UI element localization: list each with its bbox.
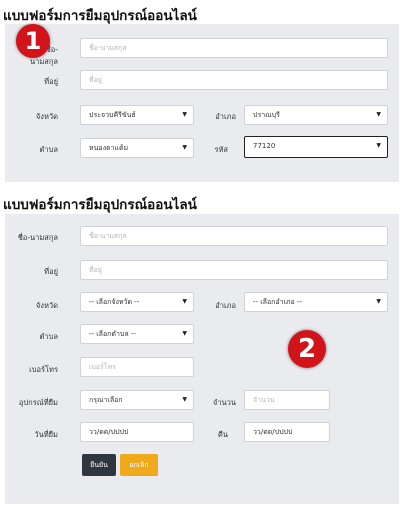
form1-zip-label: รหัส — [214, 145, 228, 154]
form1-district-value: ปราณบุรี — [253, 111, 280, 119]
form2-subdistrict-label: ตำบล — [39, 332, 58, 341]
chevron-down-icon: ▼ — [182, 330, 187, 337]
chevron-down-icon: ▼ — [182, 111, 187, 118]
form2-equipment-value: กรุณาเลือก — [89, 396, 123, 404]
form2-borrow-date-input[interactable]: วว/ดด/ปปปป — [80, 422, 194, 442]
chevron-down-icon: ▼ — [182, 396, 187, 403]
form2-name-label: ชื่อ-นามสกุล — [17, 233, 58, 242]
form2-province-select[interactable]: -- เลือกจังหวัด -- ▼ — [80, 292, 194, 312]
form2-qty-label: จำนวน — [212, 398, 236, 407]
form2-phone-input[interactable]: เบอร์โทร — [80, 357, 194, 377]
form1-province-value: ประจวบคีรีขันธ์ — [89, 111, 136, 119]
form2-province-label: จังหวัด — [35, 301, 58, 310]
form1-subdistrict-label: ตำบล — [39, 145, 58, 154]
form2-district-select[interactable]: -- เลือกอำเภอ -- ▼ — [244, 292, 388, 312]
form1-title: แบบฟอร์มการยืมอุปกรณ์ออนไลน์ — [3, 8, 197, 24]
form2-equipment-select[interactable]: กรุณาเลือก ▼ — [80, 390, 194, 410]
form1-name-input[interactable]: ชื่อ-นามสกุล — [80, 38, 388, 58]
form1-province-select[interactable]: ประจวบคีรีขันธ์ ▼ — [80, 105, 194, 125]
form1-district-select[interactable]: ปราณบุรี ▼ — [244, 105, 388, 125]
form2-title: แบบฟอร์มการยืมอุปกรณ์ออนไลน์ — [3, 197, 197, 213]
form2-address-input[interactable]: ที่อยู่ — [80, 260, 388, 280]
form1-zip-select[interactable]: 77120 ▼ — [244, 136, 388, 158]
form1-subdistrict-select[interactable]: หนองตาแต้ม ▼ — [80, 138, 194, 158]
chevron-down-icon: ▼ — [182, 298, 187, 305]
form2-panel — [5, 214, 399, 504]
form2-return-date-label: คืน — [217, 430, 228, 439]
confirm-button[interactable]: ยืนยัน — [82, 454, 116, 476]
form2-name-input[interactable]: ชื่อ-นามสกุล — [80, 226, 388, 246]
cancel-button[interactable]: ยกเลิก — [120, 454, 158, 476]
form2-province-value: -- เลือกจังหวัด -- — [89, 298, 140, 306]
form2-subdistrict-value: -- เลือกตำบล -- — [89, 330, 136, 338]
form2-qty-input[interactable]: จำนวน — [244, 390, 330, 410]
chevron-down-icon: ▼ — [376, 298, 381, 305]
form2-phone-label: เบอร์โทร — [29, 365, 58, 374]
form2-equipment-label: อุปกรณ์ที่ยืม — [18, 398, 58, 407]
form1-address-input[interactable]: ที่อยู่ — [80, 70, 388, 90]
form2-return-date-input[interactable]: วว/ดด/ปปปป — [244, 422, 330, 442]
form1-subdistrict-value: หนองตาแต้ม — [89, 144, 129, 152]
form1-address-label: ที่อยู่ — [44, 77, 58, 86]
form1-province-label: จังหวัด — [35, 112, 58, 121]
form2-borrow-date-label: วันที่ยืม — [34, 430, 58, 439]
form1-district-label: อำเภอ — [215, 112, 236, 121]
chevron-down-icon: ▼ — [182, 144, 187, 151]
chevron-down-icon: ▼ — [376, 111, 381, 118]
form1-zip-value: 77120 — [253, 142, 276, 150]
step-1-badge: 1 — [16, 24, 50, 58]
form2-subdistrict-select[interactable]: -- เลือกตำบล -- ▼ — [80, 324, 194, 344]
chevron-down-icon: ▼ — [376, 142, 381, 149]
step-2-badge: 2 — [288, 330, 326, 368]
form2-district-label: อำเภอ — [215, 301, 236, 310]
form2-district-value: -- เลือกอำเภอ -- — [253, 298, 303, 306]
form2-address-label: ที่อยู่ — [44, 267, 58, 276]
